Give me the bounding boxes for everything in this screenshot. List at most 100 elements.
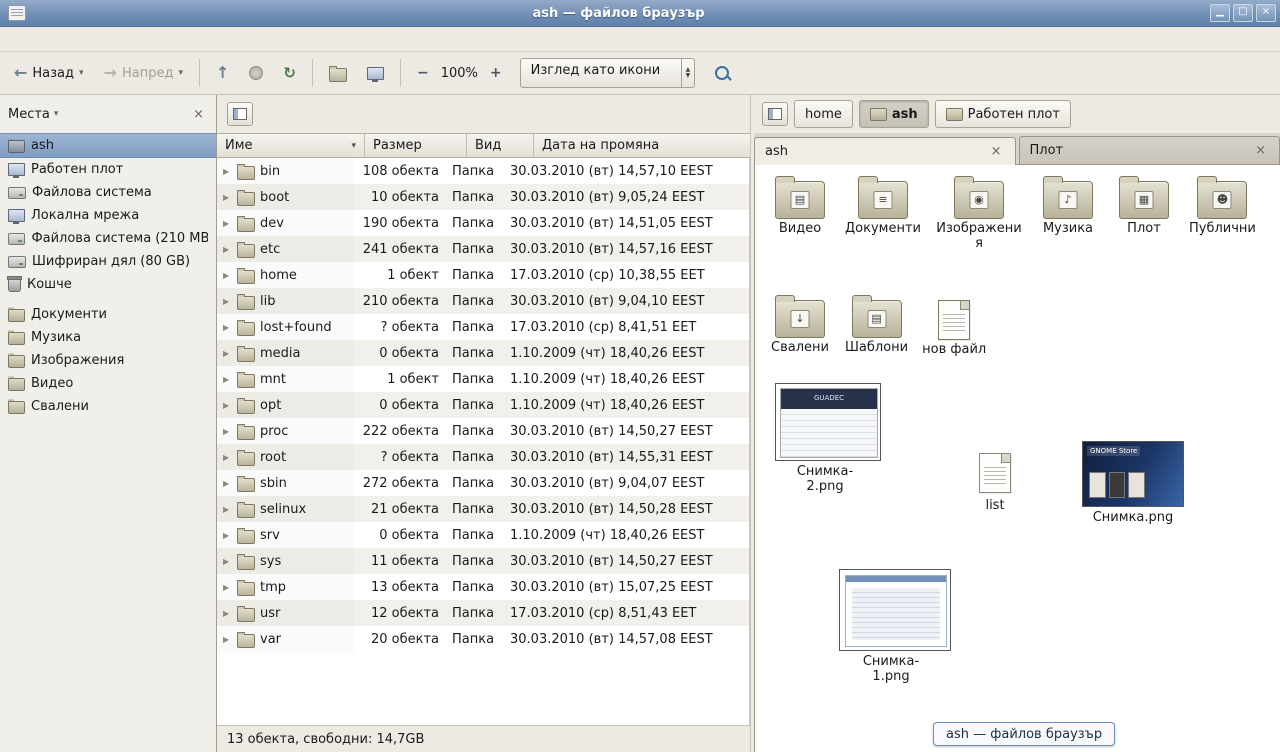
reload-button[interactable]: ↻ bbox=[275, 57, 304, 89]
file-row[interactable]: ▶ tmp 13 обекта Папка 30.03.2010 (вт) 15… bbox=[217, 574, 749, 600]
file-row[interactable]: ▶ lost+found ? обекта Папка 17.03.2010 (… bbox=[217, 314, 749, 340]
path-button[interactable]: ash bbox=[859, 100, 929, 128]
expander-icon[interactable]: ▶ bbox=[223, 167, 232, 176]
file-row[interactable]: ▶ selinux 21 обекта Папка 30.03.2010 (вт… bbox=[217, 496, 749, 522]
up-button[interactable]: ↑ bbox=[208, 57, 237, 89]
expander-icon[interactable]: ▶ bbox=[223, 479, 232, 488]
close-button[interactable]: × bbox=[1256, 4, 1276, 22]
sidebar-item[interactable]: ash bbox=[0, 133, 216, 158]
folder-item[interactable]: ☻ Публични bbox=[1189, 173, 1256, 237]
search-button[interactable] bbox=[707, 57, 737, 89]
folder-item[interactable]: ▦ Плот bbox=[1113, 173, 1175, 237]
sidebar-close-icon[interactable]: × bbox=[189, 106, 208, 123]
sidebar-item[interactable]: Работен плот bbox=[0, 158, 216, 181]
expander-icon[interactable]: ▶ bbox=[223, 349, 232, 358]
expander-icon[interactable]: ▶ bbox=[223, 609, 232, 618]
menu-item[interactable] bbox=[58, 36, 76, 42]
tab-close-icon[interactable]: × bbox=[1252, 143, 1269, 158]
expander-icon[interactable]: ▶ bbox=[223, 375, 232, 384]
back-dropdown-icon[interactable]: ▾ bbox=[79, 68, 84, 78]
file-row[interactable]: ▶ media 0 обекта Папка 1.10.2009 (чт) 18… bbox=[217, 340, 749, 366]
file-row[interactable]: ▶ proc 222 обекта Папка 30.03.2010 (вт) … bbox=[217, 418, 749, 444]
expander-icon[interactable]: ▶ bbox=[223, 401, 232, 410]
icon-canvas[interactable]: ▤ Видео ≡ Документи ◉ Изо bbox=[754, 165, 1280, 752]
expander-icon[interactable]: ▶ bbox=[223, 453, 232, 462]
zoom-out-button[interactable]: − bbox=[409, 57, 437, 89]
forward-button[interactable]: → Напред ▾ bbox=[96, 57, 191, 89]
tab[interactable]: ash × bbox=[754, 137, 1016, 165]
stop-button[interactable] bbox=[241, 57, 271, 89]
sidebar-item[interactable]: Свалени bbox=[0, 395, 216, 418]
sidebar-item[interactable]: Файлова система bbox=[0, 181, 216, 204]
expander-icon[interactable]: ▶ bbox=[223, 427, 232, 436]
sidebar-item[interactable]: Локална мрежа bbox=[0, 204, 216, 227]
expander-icon[interactable]: ▶ bbox=[223, 219, 232, 228]
tab-close-icon[interactable]: × bbox=[988, 144, 1005, 159]
view-mode-spinner-icon[interactable]: ▲▼ bbox=[681, 59, 695, 87]
view-mode-select[interactable]: Изглед като икони ▲▼ bbox=[520, 58, 696, 88]
file-row[interactable]: ▶ bin 108 обекта Папка 30.03.2010 (вт) 1… bbox=[217, 158, 749, 184]
sidebar-item[interactable]: Документи bbox=[0, 303, 216, 326]
file-row[interactable]: ▶ mnt 1 обект Папка 1.10.2009 (чт) 18,40… bbox=[217, 366, 749, 392]
file-row[interactable]: ▶ home 1 обект Папка 17.03.2010 (ср) 10,… bbox=[217, 262, 749, 288]
file-row[interactable]: ▶ usr 12 обекта Папка 17.03.2010 (ср) 8,… bbox=[217, 600, 749, 626]
expander-icon[interactable]: ▶ bbox=[223, 297, 232, 306]
expander-icon[interactable]: ▶ bbox=[223, 323, 232, 332]
file-row[interactable]: ▶ etc 241 обекта Папка 30.03.2010 (вт) 1… bbox=[217, 236, 749, 262]
path-button[interactable]: Работен плот bbox=[935, 100, 1071, 128]
sidebar-item[interactable]: Изображения bbox=[0, 349, 216, 372]
file-row[interactable]: ▶ dev 190 обекта Папка 30.03.2010 (вт) 1… bbox=[217, 210, 749, 236]
expander-icon[interactable]: ▶ bbox=[223, 557, 232, 566]
sidebar-item[interactable]: Видео bbox=[0, 372, 216, 395]
folder-item[interactable]: ▤ Видео bbox=[769, 173, 831, 237]
expander-icon[interactable]: ▶ bbox=[223, 531, 232, 540]
column-header-date[interactable]: Дата на промяна bbox=[534, 134, 750, 158]
column-header-type[interactable]: Вид bbox=[467, 134, 534, 158]
back-button[interactable]: ← Назад ▾ bbox=[6, 57, 92, 89]
expander-icon[interactable]: ▶ bbox=[223, 583, 232, 592]
file-row[interactable]: ▶ lib 210 обекта Папка 30.03.2010 (вт) 9… bbox=[217, 288, 749, 314]
folder-item[interactable]: ▤ Шаблони bbox=[845, 292, 908, 356]
sidebar-item[interactable]: Музика bbox=[0, 326, 216, 349]
window-list-button[interactable]: ash — файлов браузър bbox=[933, 722, 1115, 746]
folder-item[interactable]: ↓ Свалени bbox=[769, 292, 831, 356]
sidebar-item[interactable]: Файлова система (210 MB) bbox=[0, 227, 216, 250]
minimize-button[interactable]: ▁ bbox=[1210, 4, 1230, 22]
file-row[interactable]: ▶ opt 0 обекта Папка 1.10.2009 (чт) 18,4… bbox=[217, 392, 749, 418]
file-row[interactable]: ▶ root ? обекта Папка 30.03.2010 (вт) 14… bbox=[217, 444, 749, 470]
folder-item[interactable]: ◉ Изображения bbox=[935, 173, 1023, 252]
menu-item[interactable] bbox=[94, 36, 112, 42]
folder-item[interactable]: нов файл bbox=[922, 292, 986, 358]
file-snimka[interactable]: GNOME Store Снимка.png bbox=[1081, 441, 1185, 526]
menu-item[interactable] bbox=[40, 36, 58, 42]
folder-item[interactable]: ♪ Музика bbox=[1037, 173, 1099, 237]
titlebar[interactable]: ash — файлов браузър ▁ □ × bbox=[0, 0, 1280, 27]
file-list-item[interactable]: list bbox=[965, 453, 1025, 514]
zoom-in-button[interactable]: + bbox=[482, 57, 510, 89]
file-row[interactable]: ▶ var 20 обекта Папка 30.03.2010 (вт) 14… bbox=[217, 626, 749, 652]
column-header-name[interactable]: Име ▾ bbox=[217, 134, 365, 158]
maximize-button[interactable]: □ bbox=[1233, 4, 1253, 22]
column-header-size[interactable]: Размер bbox=[365, 134, 467, 158]
path-bar-toggle-button[interactable] bbox=[762, 102, 788, 126]
file-row[interactable]: ▶ sbin 272 обекта Папка 30.03.2010 (вт) … bbox=[217, 470, 749, 496]
sidebar-item[interactable] bbox=[0, 296, 216, 303]
expander-icon[interactable]: ▶ bbox=[223, 271, 232, 280]
side-pane-toggle-button[interactable] bbox=[227, 102, 253, 126]
sidebar-item[interactable]: Шифриран дял (80 GB) bbox=[0, 250, 216, 273]
file-snimka-1[interactable]: Снимка-1.png bbox=[839, 569, 943, 685]
computer-button[interactable] bbox=[359, 57, 392, 89]
expander-icon[interactable]: ▶ bbox=[223, 193, 232, 202]
sidebar-chooser-icon[interactable]: ▾ bbox=[54, 109, 59, 119]
menu-item[interactable] bbox=[22, 36, 40, 42]
home-button[interactable] bbox=[321, 57, 355, 89]
expander-icon[interactable]: ▶ bbox=[223, 505, 232, 514]
path-button[interactable]: home bbox=[794, 100, 853, 128]
sidebar-item[interactable]: Кошче bbox=[0, 273, 216, 296]
tab[interactable]: Плот × bbox=[1019, 136, 1280, 164]
file-row[interactable]: ▶ sys 11 обекта Папка 30.03.2010 (вт) 14… bbox=[217, 548, 749, 574]
file-row[interactable]: ▶ srv 0 обекта Папка 1.10.2009 (чт) 18,4… bbox=[217, 522, 749, 548]
file-row[interactable]: ▶ boot 10 обекта Папка 30.03.2010 (вт) 9… bbox=[217, 184, 749, 210]
sidebar-title[interactable]: Места bbox=[8, 107, 50, 122]
folder-item[interactable]: ≡ Документи bbox=[845, 173, 921, 237]
